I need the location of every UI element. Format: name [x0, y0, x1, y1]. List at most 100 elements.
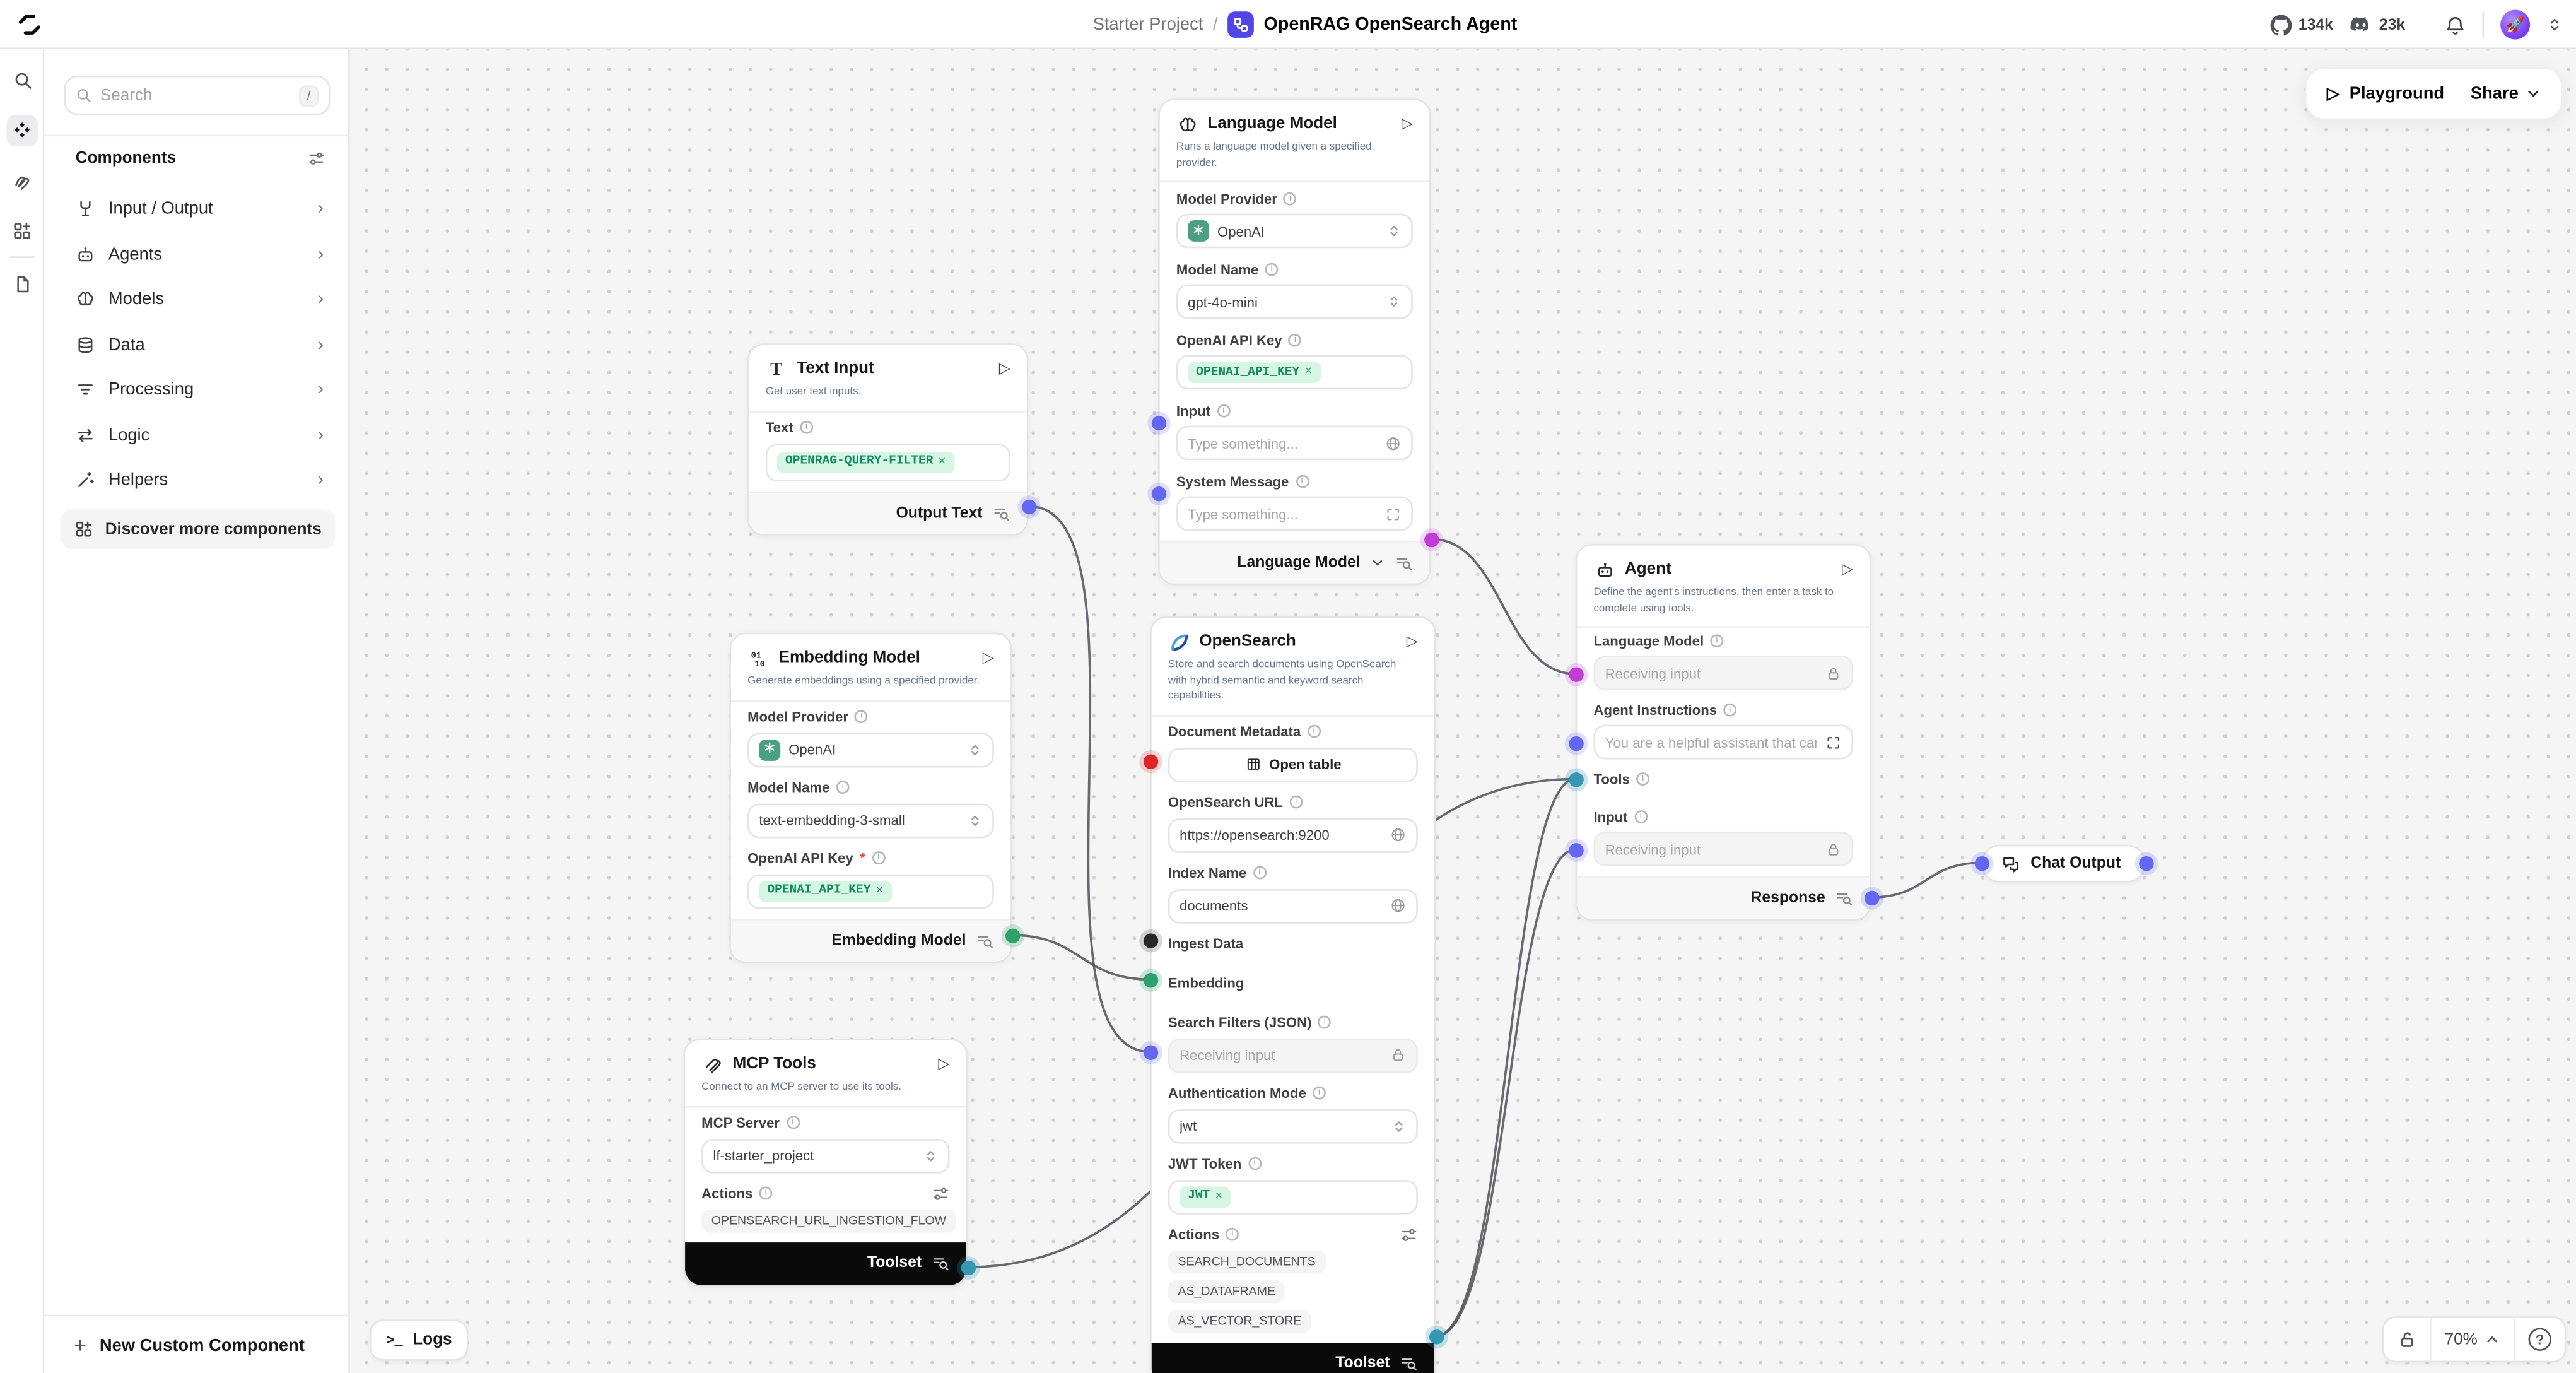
sidebar-item-processing[interactable]: Processing› [64, 368, 336, 411]
info-icon[interactable] [787, 1116, 800, 1129]
run-node-icon[interactable]: ▷ [999, 362, 1010, 376]
info-icon[interactable] [1711, 633, 1724, 647]
model-name-select[interactable]: text-embedding-3-small [747, 803, 994, 837]
opensearch-url-input[interactable]: https://opensearch:9200 [1168, 818, 1418, 852]
filter-actions-icon[interactable] [1400, 1225, 1418, 1244]
info-icon[interactable] [1313, 1087, 1326, 1100]
info-icon[interactable] [1217, 403, 1230, 416]
inspect-output-icon[interactable] [1400, 1354, 1418, 1372]
run-node-icon[interactable]: ▷ [1402, 117, 1413, 131]
system-message-field[interactable]: Type something... [1176, 497, 1413, 531]
node-chat-output[interactable]: Chat Output [1981, 845, 2145, 883]
info-icon[interactable] [872, 851, 885, 864]
inspect-output-icon[interactable] [992, 504, 1010, 522]
api-key-input[interactable]: OPENAI_API_KEY× [747, 873, 994, 908]
inspect-output-icon[interactable] [976, 931, 994, 950]
action-tag[interactable]: SEARCH_DOCUMENTS [1168, 1250, 1325, 1273]
account-chevron-icon[interactable] [2546, 16, 2563, 33]
info-icon[interactable] [800, 421, 813, 434]
run-node-icon[interactable]: ▷ [938, 1057, 949, 1071]
variable-tag[interactable]: OPENAI_API_KEY× [759, 880, 892, 902]
rail-files-icon[interactable] [6, 268, 37, 299]
input-field[interactable]: Type something... [1176, 426, 1413, 461]
node-mcp-tools[interactable]: MCP Tools ▷ Connect to an MCP server to … [684, 1039, 968, 1286]
run-node-icon[interactable]: ▷ [1407, 634, 1418, 649]
info-icon[interactable] [759, 1187, 773, 1200]
globe-icon[interactable] [1390, 827, 1406, 843]
rail-bundles-icon[interactable] [6, 166, 37, 197]
search-input[interactable]: Search / [64, 76, 331, 115]
variable-tag[interactable]: OPENRAG-QUERY-FILTER× [777, 451, 954, 473]
discord-count[interactable]: 23k [2350, 13, 2405, 36]
open-table-button[interactable]: Open table [1168, 747, 1418, 782]
model-provider-select[interactable]: ∗ OpenAI [747, 732, 994, 767]
rail-store-icon[interactable] [6, 215, 37, 246]
info-icon[interactable] [1265, 262, 1279, 275]
remove-tag-icon[interactable]: × [875, 883, 884, 898]
mcp-server-select[interactable]: lf-starter_project [701, 1138, 949, 1173]
info-icon[interactable] [836, 781, 850, 794]
chevron-down-icon[interactable] [1370, 555, 1385, 570]
model-name-select[interactable]: gpt-4o-mini [1176, 285, 1413, 319]
info-icon[interactable] [1296, 474, 1309, 487]
info-icon[interactable] [1634, 810, 1648, 823]
inspect-output-icon[interactable] [1395, 554, 1413, 572]
rail-search-icon[interactable] [6, 64, 37, 95]
run-node-icon[interactable]: ▷ [1842, 562, 1853, 577]
index-name-input[interactable]: documents [1168, 888, 1418, 923]
inspect-output-icon[interactable] [932, 1254, 950, 1272]
sidebar-item-logic[interactable]: Logic› [64, 413, 336, 456]
globe-icon[interactable] [1390, 897, 1406, 914]
info-icon[interactable] [1308, 725, 1321, 738]
inspect-output-icon[interactable] [1835, 889, 1853, 907]
help-button[interactable]: ? [2514, 1318, 2565, 1361]
breadcrumb-project[interactable]: Starter Project [1093, 14, 1203, 33]
node-opensearch[interactable]: OpenSearch ▷ Store and search documents … [1150, 616, 1436, 1373]
flow-title[interactable]: OpenRAG OpenSearch Agent [1264, 14, 1518, 33]
jwt-token-input[interactable]: JWT× [1168, 1179, 1418, 1214]
remove-tag-icon[interactable]: × [1304, 365, 1313, 379]
avatar[interactable]: 🚀 [2500, 10, 2530, 40]
agent-instructions-input[interactable]: You are a helpful assistant that can [1593, 725, 1853, 760]
text-value-input[interactable]: OPENRAG-QUERY-FILTER× [766, 443, 1010, 481]
langflow-logo[interactable] [16, 11, 43, 38]
lock-toggle-button[interactable] [2384, 1318, 2430, 1361]
remove-tag-icon[interactable]: × [938, 454, 946, 469]
info-icon[interactable] [1289, 796, 1303, 809]
info-icon[interactable] [1248, 1157, 1262, 1170]
remove-tag-icon[interactable]: × [1215, 1189, 1223, 1203]
rail-components-icon[interactable] [6, 115, 37, 146]
model-provider-select[interactable]: ∗ OpenAI [1176, 214, 1413, 249]
sidebar-item-data[interactable]: Data› [64, 323, 336, 366]
notifications-bell-icon[interactable] [2445, 14, 2466, 35]
new-custom-component-button[interactable]: + New Custom Component [44, 1315, 348, 1373]
discover-more-components-button[interactable]: Discover more components [61, 509, 335, 549]
filter-components-icon[interactable] [307, 150, 325, 168]
sidebar-item-input-output[interactable]: Input / Output› [64, 187, 336, 230]
info-icon[interactable] [855, 710, 868, 723]
action-tag[interactable]: AS_DATAFRAME [1168, 1280, 1285, 1302]
info-icon[interactable] [1318, 1016, 1332, 1029]
info-icon[interactable] [1723, 702, 1736, 716]
node-agent[interactable]: Agent ▷ Define the agent's instructions,… [1576, 544, 1871, 920]
info-icon[interactable] [1289, 333, 1302, 346]
info-icon[interactable] [1284, 191, 1297, 204]
action-tag[interactable]: AS_VECTOR_STORE [1168, 1309, 1311, 1332]
info-icon[interactable] [1226, 1228, 1239, 1241]
variable-tag[interactable]: OPENAI_API_KEY× [1188, 362, 1321, 383]
node-language-model[interactable]: Language Model ▷ Runs a language model g… [1158, 98, 1431, 585]
logs-button[interactable]: >_ Logs [370, 1319, 469, 1360]
sidebar-item-models[interactable]: Models› [64, 278, 336, 321]
sidebar-item-helpers[interactable]: Helpers› [64, 459, 336, 502]
share-button[interactable]: Share [2471, 84, 2541, 103]
info-icon[interactable] [1253, 866, 1267, 880]
node-embedding-model[interactable]: Embedding Model ▷ Generate embeddings us… [729, 633, 1012, 962]
variable-tag[interactable]: JWT× [1180, 1186, 1231, 1207]
node-text-input[interactable]: T Text Input ▷ Get user text inputs. Tex… [747, 343, 1028, 534]
auth-mode-select[interactable]: jwt [1168, 1109, 1418, 1143]
info-icon[interactable] [1636, 772, 1649, 785]
expand-icon[interactable] [1385, 505, 1402, 522]
action-tag[interactable]: OPENSEARCH_URL_INGESTION_FLOW [701, 1209, 956, 1232]
api-key-input[interactable]: OPENAI_API_KEY× [1176, 355, 1413, 390]
run-node-icon[interactable]: ▷ [983, 651, 994, 665]
